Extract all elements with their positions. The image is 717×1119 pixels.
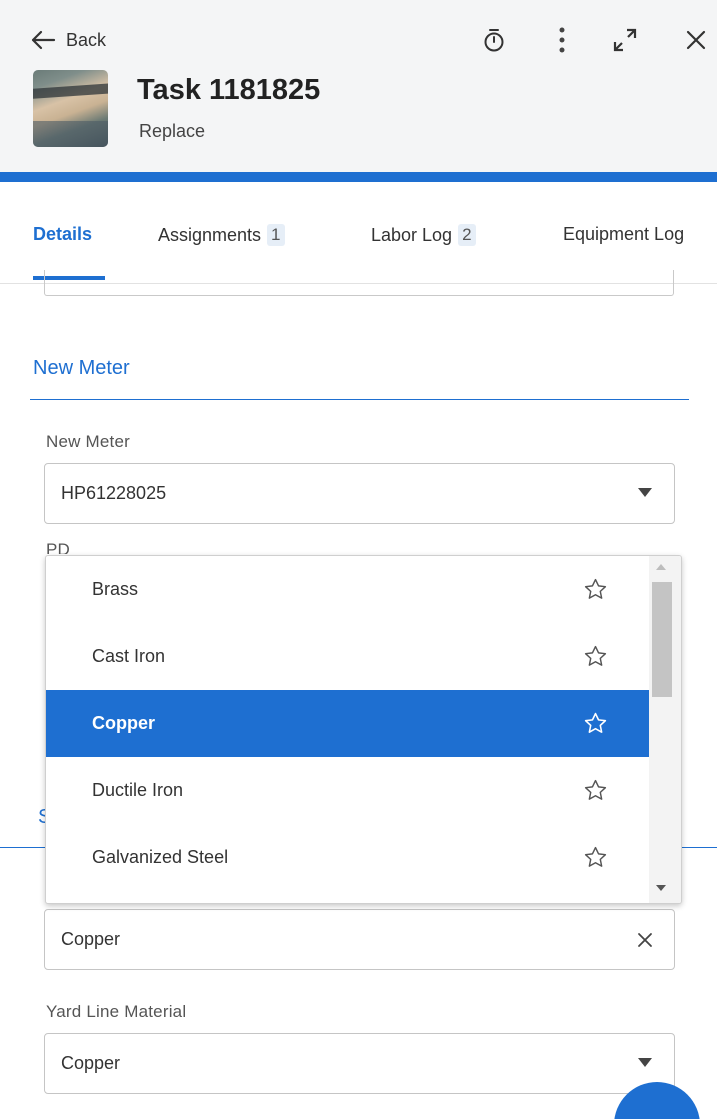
- list-item[interactable]: Ductile Iron: [46, 757, 649, 824]
- star-icon[interactable]: [583, 778, 608, 803]
- chevron-down-icon: [638, 1058, 652, 1067]
- new-meter-select[interactable]: HP61228025: [44, 463, 675, 524]
- tab-label: Assignments: [158, 224, 262, 245]
- task-subtitle: Replace: [139, 121, 206, 141]
- tab-label: Labor Log: [371, 224, 453, 245]
- material-select[interactable]: Copper: [44, 909, 675, 970]
- task-thumbnail[interactable]: [33, 70, 108, 147]
- back-label: Back: [66, 29, 107, 50]
- partial-field-label: PD: [46, 540, 71, 554]
- star-icon[interactable]: [583, 577, 608, 602]
- list-item-selected[interactable]: Copper: [46, 690, 649, 757]
- star-icon[interactable]: [583, 711, 608, 736]
- new-meter-value: HP61228025: [61, 483, 167, 503]
- option-label: Ductile Iron: [92, 780, 184, 800]
- clear-icon[interactable]: [634, 929, 656, 951]
- timer-button[interactable]: [478, 24, 510, 56]
- tab-assignments[interactable]: Assignments 1: [158, 224, 285, 246]
- back-button[interactable]: Back: [30, 25, 106, 55]
- close-button[interactable]: [680, 24, 712, 56]
- star-icon[interactable]: [583, 644, 608, 669]
- section-title: New Meter: [33, 357, 130, 379]
- list-item[interactable]: Cast Iron: [46, 623, 649, 690]
- option-label: Copper: [92, 713, 155, 733]
- list-item[interactable]: Brass: [46, 556, 649, 623]
- material-options-list: Brass Cast Iron Copper Ductile Iron Galv…: [45, 555, 682, 904]
- count-badge: 2: [458, 224, 476, 246]
- section-divider: [30, 399, 689, 400]
- tab-label: Details: [33, 224, 93, 244]
- option-label: Brass: [92, 579, 139, 599]
- tab-label: Equipment Log: [563, 224, 685, 244]
- yard-line-material-value: Copper: [61, 1053, 121, 1073]
- new-meter-label: New Meter: [46, 432, 130, 451]
- yard-line-material-label: Yard Line Material: [46, 1002, 187, 1021]
- arrow-left-icon: [31, 30, 56, 50]
- chevron-down-icon: [638, 488, 652, 497]
- close-icon: [686, 30, 706, 50]
- expand-button[interactable]: [609, 24, 641, 56]
- tab-bar: Details Assignments 1 Labor Log 2 Equipm…: [0, 182, 717, 284]
- accent-bar: [0, 172, 717, 182]
- tab-details[interactable]: Details: [33, 224, 92, 245]
- option-label: Cast Iron: [92, 646, 166, 666]
- page-title: Task 1181825: [137, 74, 321, 106]
- expand-icon: [613, 28, 637, 52]
- scroll-up-icon[interactable]: [656, 564, 666, 570]
- more-vertical-icon: [559, 27, 565, 53]
- task-header: Back Task 1181825 Replace: [0, 0, 717, 172]
- count-badge: 1: [267, 224, 285, 246]
- option-label: Galvanized Steel: [92, 847, 229, 867]
- task-detail-panel: Back Task 1181825 Replace Details Assign…: [0, 0, 717, 1119]
- tab-equipment-log[interactable]: Equipment Log: [563, 224, 684, 245]
- timer-icon: [484, 29, 504, 52]
- previous-field[interactable]: [44, 270, 674, 296]
- material-value: Copper: [61, 929, 121, 949]
- scroll-down-icon[interactable]: [656, 885, 666, 891]
- tab-labor-log[interactable]: Labor Log 2: [371, 224, 476, 246]
- list-item[interactable]: Galvanized Steel: [46, 824, 649, 891]
- yard-line-material-select[interactable]: Copper: [44, 1033, 675, 1094]
- more-options-button[interactable]: [546, 24, 578, 56]
- scrollbar-thumb[interactable]: [652, 582, 672, 697]
- star-icon[interactable]: [583, 845, 608, 870]
